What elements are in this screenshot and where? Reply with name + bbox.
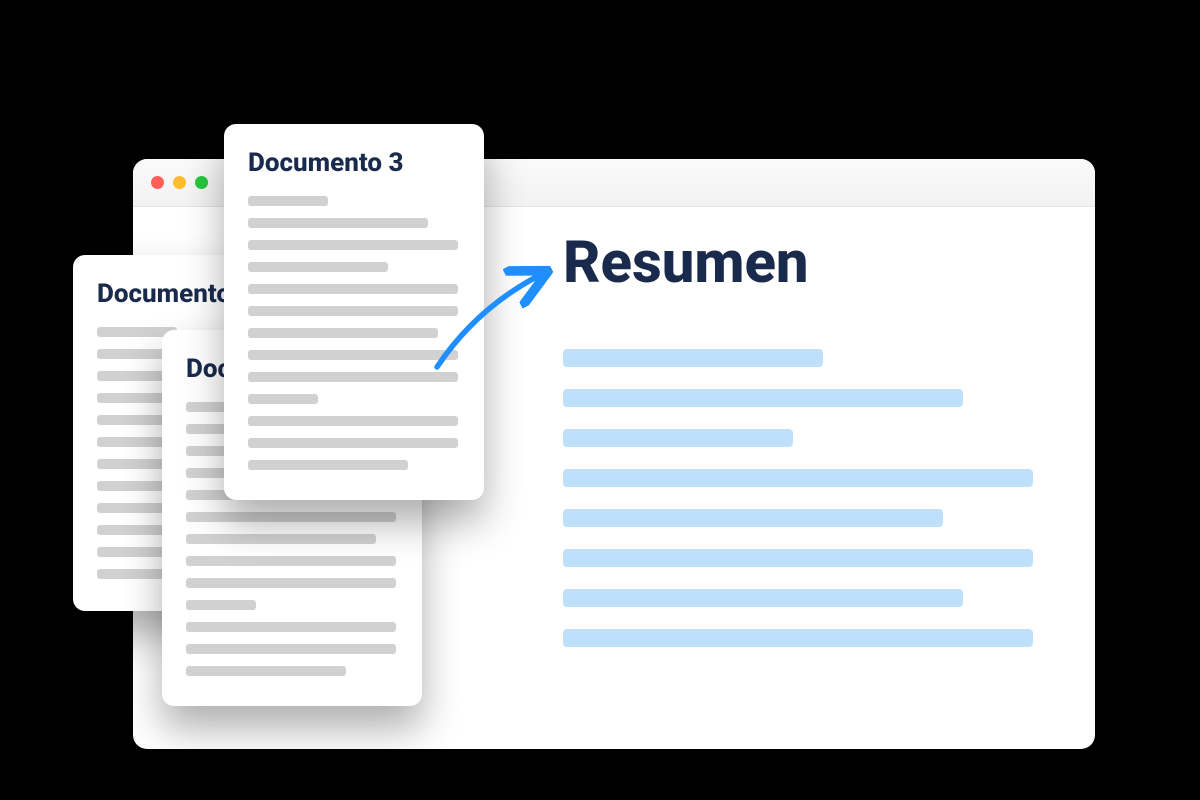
document-line — [186, 600, 256, 610]
document-line — [186, 556, 396, 566]
document-line — [186, 644, 396, 654]
document-line — [248, 438, 458, 448]
document-line — [186, 578, 396, 588]
document-line — [248, 416, 458, 426]
document-line — [248, 350, 458, 360]
document-title: Documento 3 — [248, 148, 460, 178]
summary-line — [563, 349, 823, 367]
traffic-light-close-icon — [151, 176, 164, 189]
summary-line — [563, 549, 1033, 567]
document-line — [248, 460, 408, 470]
summary-line — [563, 389, 963, 407]
document-line — [248, 284, 458, 294]
traffic-light-zoom-icon — [195, 176, 208, 189]
document-line — [248, 218, 428, 228]
summary-lines — [563, 349, 1035, 647]
traffic-light-minimize-icon — [173, 176, 186, 189]
document-line — [248, 262, 388, 272]
document-line — [97, 525, 167, 535]
summary-line — [563, 429, 793, 447]
document-line — [248, 196, 328, 206]
document-line — [248, 240, 458, 250]
document-line — [186, 622, 396, 632]
summary-line — [563, 629, 1033, 647]
document-card-3: Documento 3 — [224, 124, 484, 500]
document-line — [186, 534, 376, 544]
summary-line — [563, 469, 1033, 487]
summary-content: Resumen — [563, 229, 1035, 669]
document-line — [248, 328, 438, 338]
document-line — [248, 372, 458, 382]
document-line — [186, 666, 346, 676]
summary-line — [563, 589, 963, 607]
document-line — [248, 306, 458, 316]
document-lines — [248, 196, 460, 470]
document-line — [248, 394, 318, 404]
document-line — [186, 512, 396, 522]
summary-line — [563, 509, 943, 527]
summary-title: Resumen — [563, 229, 1035, 297]
